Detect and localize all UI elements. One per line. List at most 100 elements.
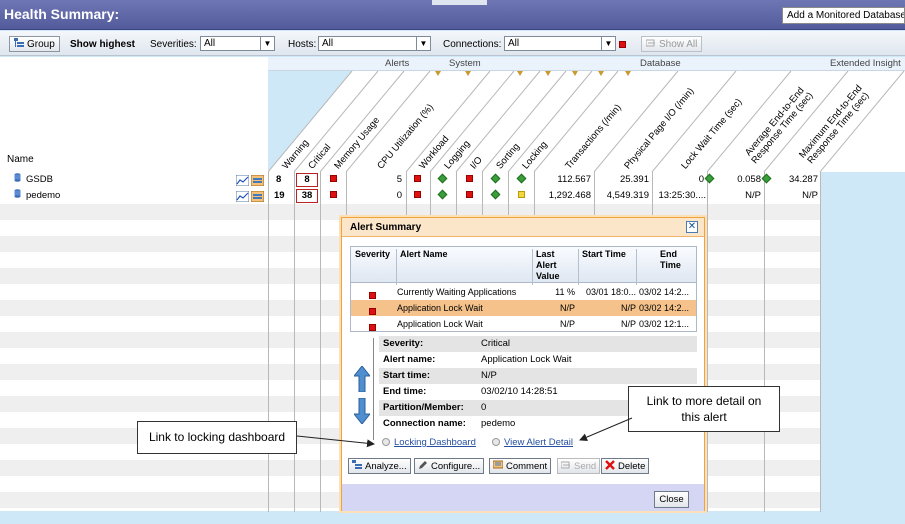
next-alert-arrow-icon[interactable] — [354, 398, 370, 424]
connections-label: Connections: — [443, 39, 502, 50]
toolbar: Group Show highest Severities: All ▼ Hos… — [0, 31, 905, 56]
avg-response-value[interactable]: N/P — [707, 188, 761, 204]
sorting-status[interactable] — [490, 172, 501, 188]
chevron-down-icon[interactable]: ▼ — [260, 37, 274, 50]
warning-count[interactable]: 19 — [274, 188, 285, 204]
alert-row[interactable]: Currently Waiting Applications 11 % 03/0… — [351, 284, 696, 300]
avg-response-value[interactable]: 0.058 — [707, 172, 761, 188]
workload-status[interactable] — [414, 188, 421, 204]
connections-select[interactable]: All ▼ — [504, 36, 616, 51]
analyze-icon — [352, 460, 362, 469]
link-bullet-icon — [492, 438, 500, 446]
alert-row[interactable]: Application Lock Wait N/P N/P 03/02 12:1… — [351, 316, 696, 332]
detail-row-start-time: Start time: N/P — [379, 368, 697, 384]
show-all-button[interactable]: Show All — [641, 36, 703, 52]
critical-count[interactable]: 38 — [296, 189, 318, 203]
header-tab-notch — [432, 0, 487, 5]
sort-marker-icon — [598, 71, 604, 76]
logging-status[interactable] — [437, 172, 448, 188]
sort-marker-icon — [465, 71, 471, 76]
physical-page-io-value[interactable]: 4,549.319 — [594, 188, 649, 204]
col-start-time[interactable]: Start Time — [582, 249, 626, 260]
detail-divider — [373, 338, 374, 440]
severities-value: All — [204, 38, 216, 49]
grid-empty-area — [820, 172, 905, 512]
io-status[interactable] — [466, 188, 473, 204]
link-bullet-icon — [382, 438, 390, 446]
send-button[interactable]: Send — [557, 458, 601, 474]
col-alert-name[interactable]: Alert Name — [400, 249, 448, 260]
critical-count[interactable]: 8 — [296, 173, 318, 187]
sort-marker-icon — [545, 71, 551, 76]
hosts-select[interactable]: All ▼ — [318, 36, 431, 51]
physical-page-io-value[interactable]: 25.391 — [594, 172, 649, 188]
group-system: System — [449, 58, 481, 69]
previous-alert-arrow-icon[interactable] — [354, 366, 370, 392]
severities-select[interactable]: All ▼ — [200, 36, 275, 51]
chevron-down-icon[interactable]: ▼ — [416, 37, 430, 50]
logging-status[interactable] — [437, 188, 448, 204]
add-monitored-database-button[interactable]: Add a Monitored Database... — [782, 7, 905, 24]
pencil-icon — [419, 461, 427, 469]
callout-detail-line2: this alert — [681, 410, 727, 424]
lock-wait-time-value[interactable]: 0 — [652, 172, 704, 188]
alert-row-selected[interactable]: Application Lock Wait N/P N/P 03/02 14:2… — [351, 300, 696, 316]
connections-value: All — [508, 38, 520, 49]
grid-divider — [294, 172, 295, 512]
warning-count[interactable]: 8 — [276, 172, 281, 188]
alert-start: N/P — [620, 303, 636, 313]
chevron-down-icon[interactable]: ▼ — [601, 37, 615, 50]
alert-name: Application Lock Wait — [397, 303, 483, 313]
name-header-label: Name — [7, 154, 34, 165]
col-end-time[interactable]: End Time — [660, 249, 696, 271]
max-response-value[interactable]: N/P — [764, 188, 818, 204]
locking-status[interactable] — [518, 188, 525, 204]
sorting-status[interactable] — [490, 188, 501, 204]
lock-wait-time-value[interactable]: 13:25:30.... — [652, 188, 706, 204]
analyze-button[interactable]: Analyze... — [348, 458, 411, 474]
close-button[interactable]: Close — [654, 491, 689, 508]
io-status[interactable] — [466, 172, 473, 188]
configure-button[interactable]: Configure... — [414, 458, 485, 474]
database-name[interactable]: pedemo — [26, 188, 60, 204]
group-extended-insight: Extended Insight — [830, 58, 901, 69]
trend-chart-icon[interactable] — [235, 174, 250, 191]
dashboard-icon[interactable] — [250, 174, 265, 191]
trend-chart-icon[interactable] — [235, 190, 250, 207]
locking-dashboard-link-text[interactable]: Locking Dashboard — [394, 437, 476, 448]
group-button[interactable]: Group — [9, 36, 60, 52]
memory-usage-status[interactable] — [330, 188, 337, 204]
col-last-alert-value[interactable]: Last Alert Value — [536, 249, 576, 282]
sort-marker-icon — [435, 71, 441, 76]
database-icon — [14, 172, 21, 188]
locking-status[interactable] — [516, 172, 527, 188]
critical-status-icon — [414, 191, 421, 198]
alert-end: 03/02 14:2... — [639, 303, 690, 313]
locking-dashboard-link[interactable]: Locking Dashboard — [382, 437, 476, 448]
close-icon[interactable]: ✕ — [686, 221, 698, 233]
cpu-utilization-value[interactable]: 5 — [346, 172, 402, 188]
memory-usage-status[interactable] — [330, 172, 337, 188]
ok-status-icon — [490, 189, 501, 200]
callout-detail-line1: Link to more detail on — [646, 394, 762, 408]
view-alert-detail-link[interactable]: View Alert Detail — [492, 437, 573, 448]
database-name[interactable]: GSDB — [26, 172, 53, 188]
col-severity[interactable]: Severity — [355, 249, 390, 260]
delete-label: Delete — [618, 461, 646, 472]
sort-marker-icon — [572, 71, 578, 76]
delete-button[interactable]: Delete — [601, 458, 650, 474]
comment-button[interactable]: Comment — [489, 458, 552, 474]
workload-status[interactable] — [414, 172, 421, 188]
cpu-utilization-value[interactable]: 0 — [346, 188, 402, 204]
critical-status-icon — [369, 320, 376, 336]
show-highest-label: Show highest — [70, 39, 135, 50]
view-alert-detail-link-text[interactable]: View Alert Detail — [504, 437, 573, 448]
dashboard-icon[interactable] — [250, 190, 265, 207]
alert-name: Currently Waiting Applications — [397, 287, 517, 297]
transactions-value[interactable]: 112.567 — [534, 172, 591, 188]
grid-divider — [707, 172, 708, 512]
ok-status-icon — [437, 173, 448, 184]
name-column-header[interactable]: Name — [0, 57, 268, 172]
transactions-value[interactable]: 1,292.468 — [534, 188, 591, 204]
max-response-value[interactable]: 34.287 — [764, 172, 818, 188]
